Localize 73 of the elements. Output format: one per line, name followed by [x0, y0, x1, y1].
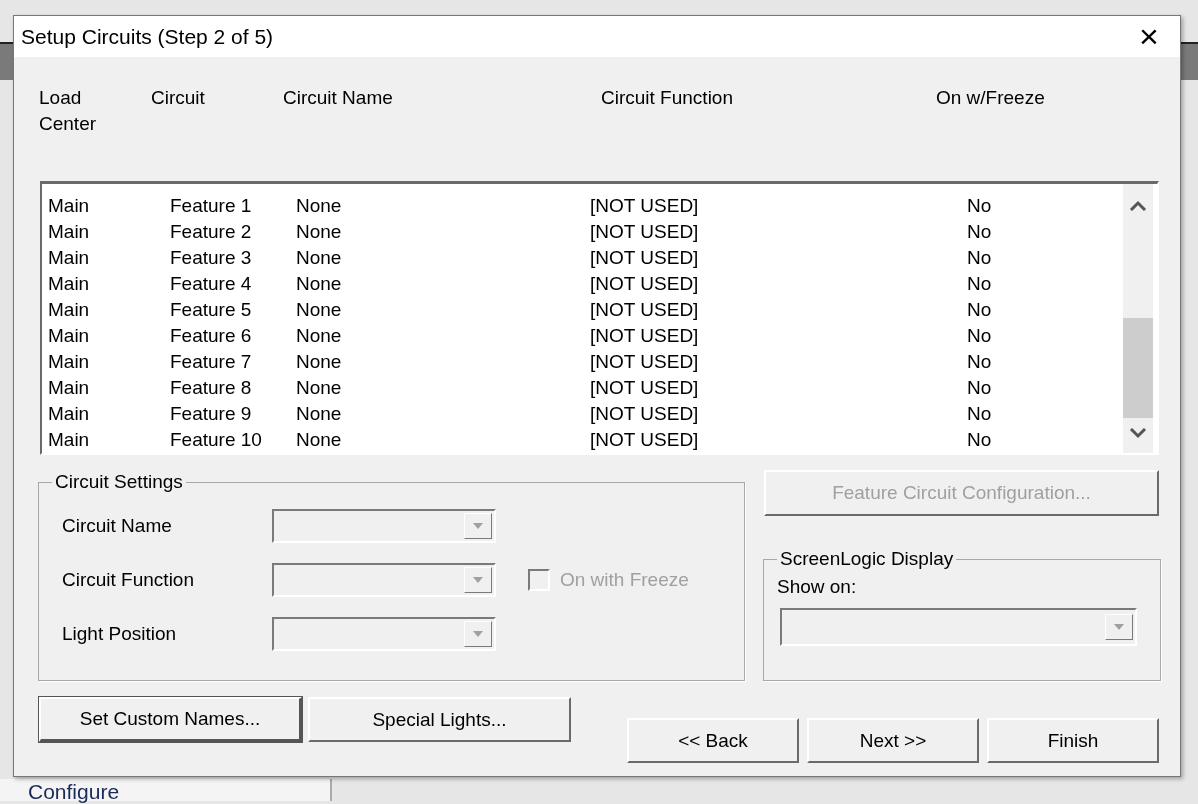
field-label: Circuit Name — [62, 515, 173, 537]
table-cell-text: Main — [48, 350, 90, 374]
table-cell-text: Main — [48, 272, 90, 296]
table-cell-text: Feature 8 — [170, 376, 252, 400]
wizard-button[interactable]: << Back — [627, 718, 799, 763]
table-cell-text: None — [296, 350, 342, 374]
table-cell-text: Feature 6 — [170, 324, 252, 348]
table-cell-text: Feature 9 — [170, 402, 252, 426]
group-title: ScreenLogic Display — [779, 548, 955, 570]
table-cell-text: Main — [48, 194, 90, 218]
column-header: On w/Freeze — [936, 86, 1045, 110]
wizard-button[interactable]: Finish — [987, 718, 1159, 763]
background-text: Configure — [28, 780, 120, 803]
table-cell-text: Main — [48, 220, 90, 244]
table-cell-text: None — [296, 246, 342, 270]
column-header: Circuit Name — [283, 86, 393, 110]
scrollbar-thumb[interactable] — [1123, 318, 1153, 418]
table-cell-text: No — [967, 246, 992, 270]
show-on-label: Show on: — [777, 576, 858, 598]
table-cell-text: [NOT USED] — [590, 428, 699, 452]
window-title: Setup Circuits (Step 2 of 5) — [21, 24, 274, 49]
table-cell-text: Feature 1 — [170, 194, 252, 218]
table-cell-text: Feature 3 — [170, 246, 252, 270]
checkbox-label: On with Freeze — [560, 569, 689, 591]
table-cell-text: Feature 7 — [170, 350, 252, 374]
close-button[interactable]: × — [1126, 16, 1172, 57]
table-cell-text: [NOT USED] — [590, 350, 699, 374]
table-cell-text: None — [296, 402, 342, 426]
table-cell-text: None — [296, 428, 342, 452]
field-label: Light Position — [62, 623, 178, 645]
scrollbar[interactable] — [1123, 184, 1153, 453]
table-cell-text: [NOT USED] — [590, 402, 699, 426]
table-cell-text: Feature 2 — [170, 220, 252, 244]
table-cell-text: [NOT USED] — [590, 376, 699, 400]
table-cell-text: None — [296, 376, 342, 400]
table-cell-text: No — [967, 194, 992, 218]
table-cell-text: Feature 5 — [170, 298, 252, 322]
table-cell-text: None — [296, 194, 342, 218]
table-cell-text: Main — [48, 324, 90, 348]
table-cell-text: Main — [48, 402, 90, 426]
column-header: Circuit Function — [601, 86, 733, 110]
table-cell-text: None — [296, 272, 342, 296]
table-cell-text: Main — [48, 428, 90, 452]
group-title: Circuit Settings — [54, 471, 184, 493]
dialog-button[interactable]: Set Custom Names... — [39, 697, 302, 742]
table-cell-text: Feature 4 — [170, 272, 252, 296]
table-cell-text: No — [967, 298, 992, 322]
table-cell-text: [NOT USED] — [590, 324, 699, 348]
table-cell-text: Main — [48, 298, 90, 322]
table-cell-text: No — [967, 220, 992, 244]
table-cell-text: Main — [48, 376, 90, 400]
table-cell-text: No — [967, 272, 992, 296]
table-cell-text: Feature 10 — [170, 428, 262, 452]
table-cell-text: No — [967, 428, 992, 452]
table-cell-text: [NOT USED] — [590, 194, 699, 218]
wizard-button[interactable]: Next >> — [807, 718, 979, 763]
table-cell-text: [NOT USED] — [590, 272, 699, 296]
table-cell-text: None — [296, 324, 342, 348]
dialog-button[interactable]: Special Lights... — [308, 697, 571, 742]
table-cell-text: [NOT USED] — [590, 298, 699, 322]
column-header: Load Center — [39, 86, 97, 136]
table-cell-text: None — [296, 298, 342, 322]
table-cell-text: None — [296, 220, 342, 244]
field-label: Circuit Function — [62, 569, 195, 591]
table-cell-text: [NOT USED] — [590, 220, 699, 244]
close-icon: × — [1139, 17, 1159, 56]
table-cell-text: No — [967, 350, 992, 374]
table-cell-text: No — [967, 324, 992, 348]
table-cell-text: [NOT USED] — [590, 246, 699, 270]
table-cell-text: No — [967, 402, 992, 426]
column-header: Circuit — [151, 86, 205, 110]
table-cell-text: No — [967, 376, 992, 400]
table-cell-text: Main — [48, 246, 90, 270]
